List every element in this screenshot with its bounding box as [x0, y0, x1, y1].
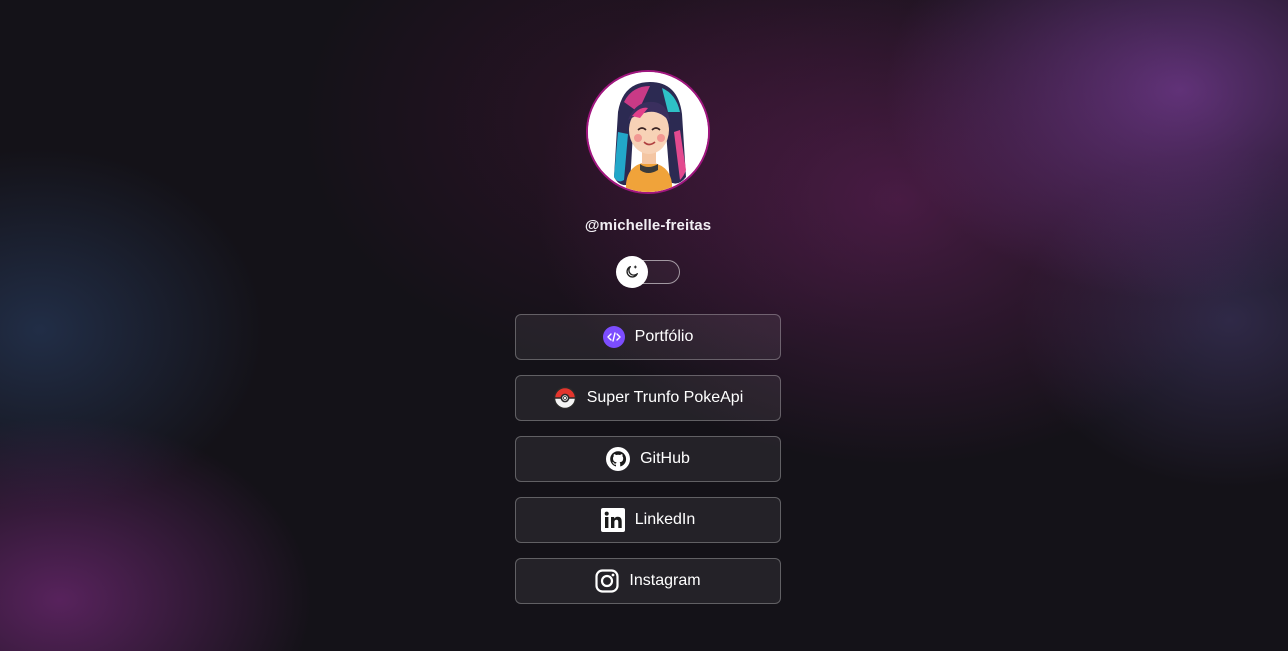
- linkedin-link[interactable]: LinkedIn: [515, 497, 781, 543]
- pokeapi-link-label: Super Trunfo PokeApi: [586, 389, 744, 406]
- github-link[interactable]: GitHub: [515, 436, 781, 482]
- portfolio-link[interactable]: Portfólio: [515, 314, 781, 360]
- instagram-icon: [595, 569, 620, 593]
- github-icon: [606, 447, 631, 471]
- linktree-page: @michelle-freitas Portfólio Super Trunfo…: [0, 0, 1288, 651]
- code-icon: [602, 326, 625, 348]
- theme-toggle[interactable]: [616, 256, 680, 288]
- github-link-label: GitHub: [640, 450, 690, 467]
- profile-username: @michelle-freitas: [584, 217, 712, 234]
- avatar: [586, 70, 710, 194]
- instagram-link-label: Instagram: [629, 572, 701, 589]
- toggle-knob[interactable]: [616, 256, 648, 288]
- pokeapi-link[interactable]: Super Trunfo PokeApi: [515, 375, 781, 421]
- moon-icon: [626, 265, 638, 278]
- instagram-link[interactable]: Instagram: [515, 558, 781, 604]
- links-list: Portfólio Super Trunfo PokeApi GitHub Li…: [515, 314, 781, 619]
- linkedin-icon: [600, 508, 625, 532]
- linkedin-link-label: LinkedIn: [634, 511, 696, 528]
- avatar-illustration: [588, 72, 708, 192]
- pokeball-icon: [553, 386, 577, 410]
- portfolio-link-label: Portfólio: [634, 328, 694, 345]
